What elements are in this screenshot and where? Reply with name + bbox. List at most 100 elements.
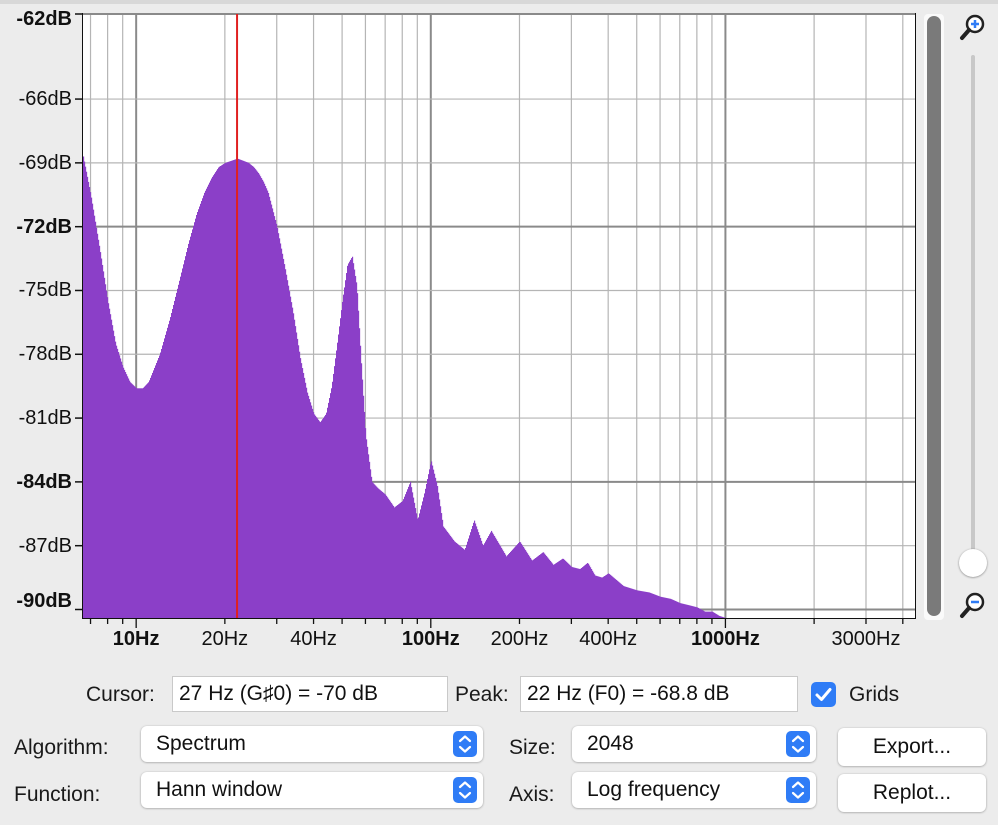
spectrum-bar (526, 551, 528, 618)
spectrum-bar (441, 513, 443, 618)
spectrum-bar (460, 546, 462, 618)
spectrum-bar (253, 166, 255, 619)
spectrum-bar (380, 490, 382, 618)
spectrum-bar (209, 182, 211, 619)
spectrum-bar (316, 417, 318, 618)
spectrum-bar (557, 562, 559, 618)
spectrum-bar (152, 372, 154, 618)
spectrum-bar (100, 252, 102, 619)
spectrum-bar (256, 170, 258, 619)
spectrum-bar (137, 388, 139, 618)
spectrum-bar (495, 537, 497, 618)
spectrum-bar (662, 597, 664, 618)
spectrum-bar (234, 159, 236, 618)
spectrum-bar (416, 513, 418, 618)
spectrum-bar (504, 552, 506, 618)
size-select[interactable]: 2048 (572, 726, 816, 762)
spectrum-bar (170, 317, 172, 618)
export-button[interactable]: Export... (838, 728, 986, 766)
spectrum-bar (295, 326, 297, 618)
vertical-scroll-thumb[interactable] (927, 16, 941, 616)
spectrum-bar (405, 494, 407, 618)
spectrum-bar (563, 558, 565, 618)
spectrum-bar (178, 284, 180, 618)
spectrum-bar (449, 534, 451, 618)
spectrum-bar (240, 159, 242, 618)
zoom-out-icon[interactable] (958, 590, 988, 620)
spectrum-bar (549, 559, 551, 618)
spectrum-bar (617, 580, 619, 618)
replot-button[interactable]: Replot... (838, 774, 986, 812)
spectrum-bar (613, 577, 615, 618)
spectrum-bar (437, 485, 439, 618)
spectrum-bar (147, 383, 149, 618)
spectrum-bar (215, 172, 217, 618)
spectrum-bar (482, 543, 484, 618)
spectrum-bar (265, 185, 267, 618)
spectrum-bar (522, 545, 524, 618)
spectrum-bar (368, 454, 370, 618)
spectrum-bar (400, 502, 402, 618)
spectrum-bar (198, 209, 200, 618)
spectrum-bar (111, 319, 113, 618)
spectrum-bar (479, 535, 481, 618)
spectrum-bar (686, 604, 688, 618)
spectrum-bar (657, 595, 659, 618)
spectrum-bar (518, 543, 520, 618)
zoom-slider-knob[interactable] (959, 549, 987, 577)
spectrum-bar (312, 408, 314, 618)
peak-readout-field[interactable]: 22 Hz (F0) = -68.8 dB (520, 676, 798, 712)
spectrum-bar (245, 161, 247, 618)
spectrum-bar (171, 313, 173, 618)
vertical-scrollbar[interactable] (924, 14, 944, 620)
spectrum-bar (238, 158, 240, 618)
spectrum-bar (540, 554, 542, 618)
spectrum-bar (648, 592, 650, 618)
spectrum-bar (126, 374, 128, 618)
zoom-in-icon[interactable] (958, 12, 988, 42)
spectrum-bar (355, 275, 357, 618)
spectrum-bar (403, 499, 405, 618)
spectrum-bar (335, 358, 337, 618)
spectrum-bar (624, 586, 626, 618)
spectrum-bar (436, 481, 438, 618)
spectrum-bar (155, 365, 157, 618)
spectrum-bar (571, 566, 573, 618)
axis-select[interactable]: Log frequency (572, 772, 816, 808)
spectrum-bar (414, 502, 416, 618)
grids-checkbox[interactable] (811, 682, 836, 707)
spectrum-bar (610, 574, 612, 618)
spectrum-bar (664, 597, 666, 618)
spectrum-bar (527, 553, 529, 618)
spectrum-bar (512, 549, 514, 618)
spectrum-bar (712, 611, 714, 618)
spectrum-bar (192, 229, 194, 618)
spectrum-bar (649, 592, 651, 618)
spectrum-bar (379, 489, 381, 618)
spectrum-bar (398, 504, 400, 618)
spectrum-bar (136, 388, 138, 618)
algorithm-select[interactable]: Spectrum (141, 726, 483, 762)
x-tick-label: 20Hz (201, 628, 249, 650)
spectrum-bar (541, 553, 543, 618)
spectrum-bar (179, 280, 181, 618)
spectrum-bar (372, 482, 374, 618)
spectrum-bar (363, 395, 365, 618)
spectrum-bar (523, 546, 525, 618)
cursor-readout-field[interactable]: 27 Hz (G♯0) = -70 dB (172, 676, 448, 712)
spectrum-bar (337, 342, 339, 618)
spectrum-bar (360, 345, 362, 618)
spectrum-bar (431, 461, 433, 618)
spectrum-bar (498, 542, 500, 618)
spectrum-bar (717, 614, 719, 618)
spectrum-bar (106, 290, 108, 618)
function-select[interactable]: Hann window (141, 772, 483, 808)
spectrum-bar (528, 554, 530, 618)
spectrum-bar (329, 398, 331, 618)
spectrum-bar (347, 265, 349, 618)
spectrum-bar (184, 260, 186, 618)
zoom-slider-track[interactable] (971, 55, 975, 575)
spectrum-bar (584, 565, 586, 618)
spectrum-bar (687, 604, 689, 618)
spectrum-bar (117, 348, 119, 618)
